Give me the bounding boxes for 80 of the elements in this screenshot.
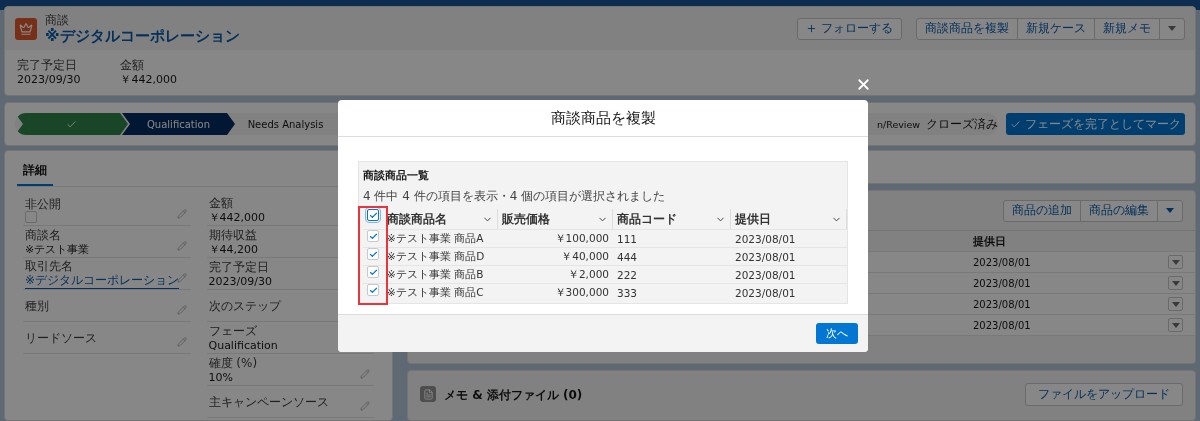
check-icon bbox=[1010, 118, 1021, 130]
crown-icon bbox=[15, 17, 37, 40]
object-label: 商談 bbox=[45, 12, 69, 27]
highlight-value: ￥442,000 bbox=[120, 72, 177, 87]
column-header[interactable]: 販売価格 bbox=[498, 209, 613, 229]
next-button[interactable]: 次へ bbox=[816, 323, 858, 344]
field-label: 取引先名 bbox=[25, 259, 73, 273]
table-cell-text: 2023/08/01 bbox=[973, 277, 1032, 289]
field-value: ￥44,200 bbox=[208, 241, 258, 257]
highlight-label: 完了予定日 bbox=[17, 58, 77, 72]
table-cell: 111 bbox=[613, 229, 731, 247]
table-cell: ￥300,000 bbox=[498, 283, 613, 301]
table-cell-text: 2023/08/01 bbox=[973, 256, 1032, 268]
table-cell-text: 2023/08/01 bbox=[973, 319, 1032, 331]
check-icon bbox=[66, 118, 77, 130]
field-value: 10% bbox=[208, 369, 233, 385]
pencil-icon[interactable] bbox=[176, 273, 187, 283]
row-menu-button[interactable] bbox=[1168, 318, 1183, 332]
list-title: 商談商品一覧 bbox=[363, 168, 429, 183]
select-all-checkbox[interactable] bbox=[367, 209, 379, 221]
field-label: 種別 bbox=[25, 299, 49, 313]
field-label: 商談名 bbox=[25, 227, 61, 242]
table-cell: 2023/08/01 bbox=[731, 247, 847, 265]
row-checkbox[interactable] bbox=[367, 230, 379, 242]
row-checkbox[interactable] bbox=[367, 266, 379, 278]
row-menu-button[interactable] bbox=[1168, 276, 1183, 290]
table-cell-text: 2023/08/01 bbox=[973, 298, 1032, 310]
stage-label: n/Review bbox=[877, 118, 921, 130]
action-button[interactable]: 新規メモ bbox=[1094, 17, 1160, 40]
products-button[interactable]: 商品の編集 bbox=[1080, 199, 1158, 222]
column-header[interactable]: 提供日 bbox=[731, 209, 847, 229]
mark-stage-button[interactable]: フェーズを完了としてマーク bbox=[1006, 113, 1185, 135]
plus-icon bbox=[806, 23, 817, 34]
table-cell: ￥2,000 bbox=[498, 265, 613, 283]
details-tab[interactable]: 詳細 bbox=[17, 157, 53, 186]
field-label: 完了予定日 bbox=[208, 259, 269, 274]
field-label: 非公開 bbox=[25, 197, 61, 211]
list-summary: 4 件中 4 件の項目を表示・4 個の項目が選択されました bbox=[363, 188, 666, 205]
highlight-label: 金額 bbox=[120, 58, 145, 72]
row-checkbox[interactable] bbox=[367, 284, 379, 296]
field-checkbox[interactable] bbox=[25, 211, 37, 223]
table-cell: 333 bbox=[613, 283, 731, 301]
field-label: 確度 (%) bbox=[208, 355, 258, 370]
row-menu-button[interactable] bbox=[1168, 297, 1183, 311]
more-actions-button[interactable] bbox=[1159, 17, 1185, 40]
products-button[interactable]: 商品の追加 bbox=[1003, 199, 1081, 222]
row-checkbox[interactable] bbox=[367, 248, 379, 260]
close-icon[interactable] bbox=[855, 76, 872, 93]
field-value: ￥442,000 bbox=[208, 209, 265, 225]
follow-button[interactable]: フォローする bbox=[797, 17, 902, 40]
column-header[interactable]: 商品コード bbox=[613, 209, 731, 229]
row-menu-button[interactable] bbox=[1168, 255, 1183, 269]
table-cell: 222 bbox=[613, 265, 731, 283]
field-label: リードソース bbox=[25, 331, 97, 345]
field-value: 2023/09/30 bbox=[208, 273, 272, 289]
field-label: 金額 bbox=[208, 195, 233, 210]
field-value: Qualification bbox=[208, 337, 278, 353]
field-label: フェーズ bbox=[208, 323, 257, 338]
table-cell: ￥100,000 bbox=[498, 229, 613, 247]
field-label: 次のステップ bbox=[208, 299, 281, 313]
table-cell: 444 bbox=[613, 247, 731, 265]
table-cell: 2023/08/01 bbox=[731, 283, 847, 301]
table-cell: 2023/08/01 bbox=[731, 229, 847, 247]
table-cell: ￥40,000 bbox=[498, 247, 613, 265]
path-stage[interactable]: Qualification bbox=[122, 113, 235, 135]
field-label: 主キャンペーンソース bbox=[208, 395, 329, 409]
products-menu-button[interactable] bbox=[1157, 199, 1183, 222]
field-link[interactable]: ※デジタルコーポレーション bbox=[25, 273, 180, 289]
action-button[interactable]: 商談商品を複製 bbox=[916, 17, 1018, 40]
record-title: ※デジタルコーポレーション bbox=[45, 26, 240, 45]
field-value: ※テスト事業 bbox=[25, 241, 90, 257]
table-cell: 2023/08/01 bbox=[731, 265, 847, 283]
action-button[interactable]: 新規ケース bbox=[1017, 17, 1095, 40]
notes-title: メモ & 添付ファイル (0) bbox=[444, 387, 583, 404]
modal-title: 商談商品を複製 bbox=[550, 108, 656, 128]
highlight-value: 2023/09/30 bbox=[17, 72, 81, 87]
column-header: 提供日 bbox=[973, 233, 1007, 249]
file-icon bbox=[420, 386, 436, 402]
upload-button[interactable]: ファイルをアップロード bbox=[1025, 383, 1183, 406]
field-label: 期待収益 bbox=[208, 227, 257, 242]
